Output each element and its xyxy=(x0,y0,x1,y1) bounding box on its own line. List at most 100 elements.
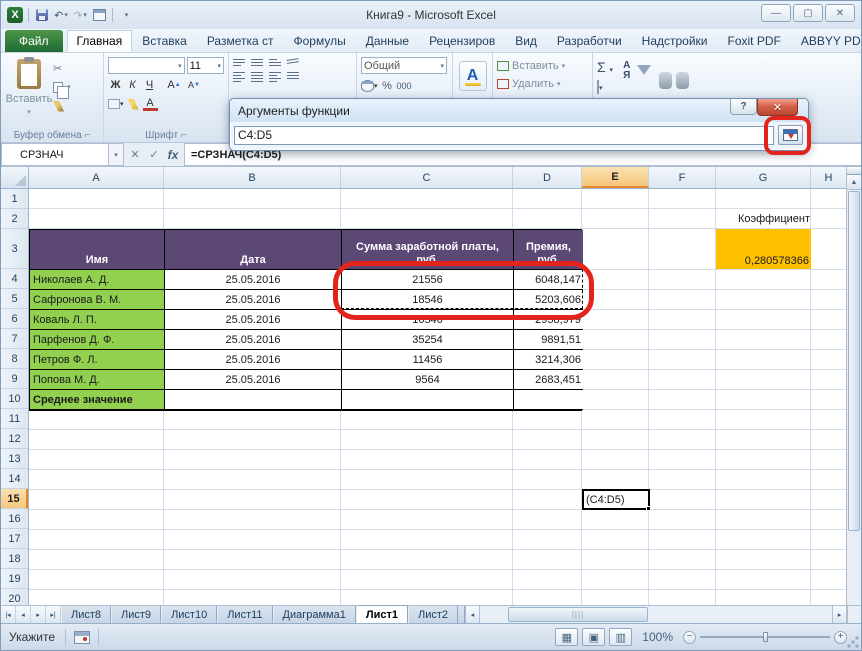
vertical-scrollbar[interactable]: ▲ xyxy=(846,167,861,605)
zoom-thumb[interactable] xyxy=(763,632,768,642)
row-header-7[interactable]: 7 xyxy=(1,329,28,349)
sheet-tab-list10[interactable]: Лист10 xyxy=(161,606,217,623)
hscroll-left-icon[interactable]: ◂ xyxy=(465,606,480,623)
row-header-2[interactable]: 2 xyxy=(1,209,28,229)
cut-button[interactable]: ✂ xyxy=(53,61,71,75)
column-header-c[interactable]: C xyxy=(341,167,513,188)
first-sheet-button[interactable]: |◂ xyxy=(1,606,16,623)
horizontal-scroll-thumb[interactable]: |||| xyxy=(508,607,648,622)
shrink-font-button[interactable]: А▼ xyxy=(185,77,203,93)
tab-review[interactable]: Рецензиров xyxy=(419,30,505,52)
align-center-icon[interactable] xyxy=(251,72,263,82)
fill-handle[interactable] xyxy=(646,506,651,511)
hscroll-right-icon[interactable]: ▸ xyxy=(832,606,847,623)
close-button[interactable]: ✕ xyxy=(825,4,855,22)
coefficient-value-cell[interactable]: 0,280578366 xyxy=(716,229,811,269)
number-format-combo[interactable]: Общий ▾ xyxy=(361,57,447,74)
redo-button[interactable]: ↷▾ xyxy=(72,7,88,23)
cell-a9[interactable]: Попова М. Д. xyxy=(30,370,165,390)
row-header-20[interactable]: 20 xyxy=(1,589,28,605)
cell-c8[interactable]: 11456 xyxy=(342,350,514,370)
name-box-dropdown[interactable]: ▾ xyxy=(109,143,124,166)
cancel-formula-button[interactable]: ✕ xyxy=(126,146,144,164)
tab-resize-area[interactable] xyxy=(847,606,861,623)
last-sheet-button[interactable]: ▸| xyxy=(46,606,61,623)
dialog-close-button[interactable]: ✕ xyxy=(757,99,798,116)
tab-abbyy-pdf[interactable]: ABBYY PDF T xyxy=(791,30,862,52)
customize-qat-button[interactable]: ▾ xyxy=(118,7,134,23)
zoom-in-icon[interactable]: + xyxy=(834,631,847,644)
horizontal-scrollbar[interactable]: |||| xyxy=(480,606,832,623)
scroll-up-icon[interactable]: ▲ xyxy=(847,175,861,190)
column-header-e-selected[interactable]: E xyxy=(582,167,649,188)
align-top-icon[interactable] xyxy=(233,59,245,66)
select-all-corner[interactable] xyxy=(1,167,29,188)
row-header-19[interactable]: 19 xyxy=(1,569,28,589)
excel-logo-icon[interactable]: X xyxy=(7,7,23,23)
font-color-button[interactable]: A xyxy=(143,98,158,111)
format-painter-button[interactable] xyxy=(53,99,71,113)
tab-file[interactable]: Файл xyxy=(5,30,63,52)
column-header-a[interactable]: A xyxy=(29,167,164,188)
cell-c7[interactable]: 35254 xyxy=(342,330,514,350)
cell-b10[interactable] xyxy=(165,390,342,410)
row-header-1[interactable]: 1 xyxy=(1,189,28,209)
currency-format-button[interactable]: ▾ xyxy=(361,78,378,94)
column-header-d[interactable]: D xyxy=(513,167,582,188)
column-header-h[interactable]: H xyxy=(811,167,846,188)
cell-b6[interactable]: 25.05.2016 xyxy=(165,310,342,330)
row-header-12[interactable]: 12 xyxy=(1,429,28,449)
cell-d10[interactable] xyxy=(514,390,583,410)
tab-page-layout[interactable]: Разметка ст xyxy=(197,30,284,52)
sort-filter-button[interactable]: А Я xyxy=(623,61,649,91)
enter-formula-button[interactable]: ✓ xyxy=(145,146,163,164)
cell-a5[interactable]: Сафронова В. М. xyxy=(30,290,165,310)
row-header-4[interactable]: 4 xyxy=(1,269,28,289)
grow-font-button[interactable]: А▲ xyxy=(165,77,183,93)
cell-a8[interactable]: Петров Ф. Л. xyxy=(30,350,165,370)
conditional-formatting-icon[interactable]: А xyxy=(459,61,487,91)
percent-format-button[interactable]: % xyxy=(380,78,395,94)
italic-button[interactable]: К xyxy=(125,77,140,93)
cell-a7[interactable]: Парфенов Д. Ф. xyxy=(30,330,165,350)
minimize-button[interactable]: — xyxy=(761,4,791,22)
tab-splitter[interactable] xyxy=(458,606,465,623)
dialog-help-button[interactable]: ? xyxy=(730,99,757,115)
column-header-g[interactable]: G xyxy=(716,167,811,188)
sheet-tab-list1-active[interactable]: Лист1 xyxy=(356,605,408,623)
row-header-10[interactable]: 10 xyxy=(1,389,28,409)
row-header-14[interactable]: 14 xyxy=(1,469,28,489)
sheet-tab-diagram1[interactable]: Диаграмма1 xyxy=(273,606,356,623)
orientation-icon[interactable] xyxy=(287,58,300,67)
tab-developer[interactable]: Разработчи xyxy=(547,30,632,52)
resize-grip[interactable] xyxy=(847,636,859,648)
find-select-button[interactable] xyxy=(659,63,689,89)
zoom-level[interactable]: 100% xyxy=(642,630,673,644)
tab-view[interactable]: Вид xyxy=(505,30,547,52)
dialog-title-bar[interactable]: Аргументы функции xyxy=(230,99,808,122)
fill-button[interactable]: ▾ xyxy=(597,81,613,93)
align-middle-icon[interactable] xyxy=(251,59,263,66)
cell-b9[interactable]: 25.05.2016 xyxy=(165,370,342,390)
split-handle[interactable] xyxy=(847,167,861,175)
cell-d8[interactable]: 3214,306 xyxy=(514,350,583,370)
page-break-view-button[interactable]: ▥ xyxy=(609,628,632,646)
zoom-track[interactable] xyxy=(700,636,830,638)
borders-button[interactable]: ▾ xyxy=(108,96,124,112)
bold-button[interactable]: Ж xyxy=(108,77,123,93)
sheet-tab-list2[interactable]: Лист2 xyxy=(408,606,458,623)
function-arguments-dialog[interactable]: Аргументы функции ? ✕ C4:D5 xyxy=(229,98,809,151)
cell-a4[interactable]: Николаев А. Д. xyxy=(30,270,165,290)
tab-home[interactable]: Главная xyxy=(67,30,133,52)
undo-button[interactable]: ↶▾ xyxy=(53,7,69,23)
cell-d7[interactable]: 9891,51 xyxy=(514,330,583,350)
autosum-button[interactable]: Σ ▾ xyxy=(597,59,613,75)
row-header-9[interactable]: 9 xyxy=(1,369,28,389)
prev-sheet-button[interactable]: ◂ xyxy=(16,606,31,623)
row-header-11[interactable]: 11 xyxy=(1,409,28,429)
row-header-3[interactable]: 3 xyxy=(1,229,28,269)
align-left-icon[interactable] xyxy=(233,72,245,82)
cell-b8[interactable]: 25.05.2016 xyxy=(165,350,342,370)
cell-a6[interactable]: Коваль Л. П. xyxy=(30,310,165,330)
font-name-combo[interactable]: ▾ xyxy=(108,57,185,74)
